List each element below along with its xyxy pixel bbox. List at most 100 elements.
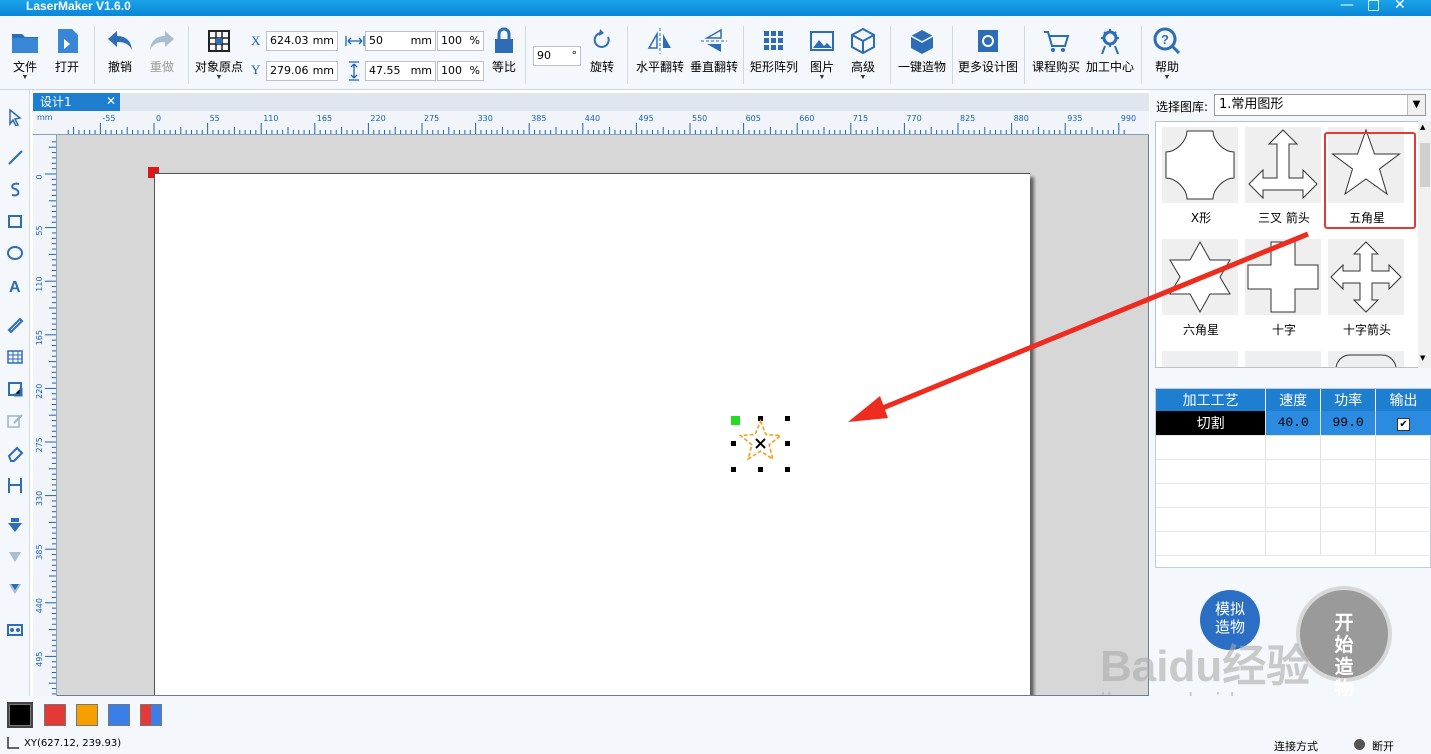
library-scrollbar[interactable]: ▲ ▼ bbox=[1418, 121, 1431, 368]
power-cell[interactable]: 99.0 bbox=[1320, 411, 1377, 436]
chevron-down-icon: ▼ bbox=[1407, 95, 1425, 115]
coordinate-axis-icon bbox=[7, 737, 19, 749]
select-tool-icon[interactable] bbox=[6, 108, 24, 126]
shape-next-3[interactable] bbox=[1326, 349, 1404, 367]
ruler-tool-icon[interactable] bbox=[6, 316, 24, 334]
close-tab-icon[interactable]: ✕ bbox=[106, 92, 116, 110]
left-toolbar: A bbox=[0, 90, 30, 696]
redo-icon bbox=[150, 31, 174, 50]
close-window-button[interactable]: ✕ bbox=[1394, 0, 1406, 13]
color-swatch-blue[interactable] bbox=[108, 704, 130, 726]
vertical-flip-button[interactable]: 垂直翻转 bbox=[688, 18, 740, 75]
height-percent-input[interactable]: 100% bbox=[437, 61, 484, 81]
grid-origin-icon bbox=[208, 30, 230, 52]
output-checkbox[interactable]: ✔ bbox=[1397, 417, 1411, 431]
rect-array-button[interactable]: 矩形阵列 bbox=[748, 18, 800, 75]
color-swatch-black[interactable] bbox=[7, 702, 33, 728]
connection-state: 断开 bbox=[1372, 740, 1394, 753]
ruler-h-ticks: -55 0 55 110 165 220 275 330 385 440 495 550 605 660 7… bbox=[67, 114, 1136, 134]
ruler-v-label: 55 bbox=[35, 225, 44, 235]
scroll-up-arrow[interactable]: ▲ bbox=[1420, 123, 1425, 131]
gear-icon bbox=[1101, 29, 1119, 55]
fill-tool-icon[interactable] bbox=[6, 516, 24, 534]
rotate-button[interactable]: 旋转 bbox=[587, 18, 617, 75]
color-swatch-orange[interactable] bbox=[76, 704, 98, 726]
connection-status-icon bbox=[1354, 739, 1365, 750]
undo-button[interactable]: 撤销 bbox=[103, 18, 137, 75]
watermark-brand: Baidu经验 bbox=[1100, 642, 1311, 691]
color-swatch-multi[interactable] bbox=[140, 704, 162, 726]
rotate-icon bbox=[593, 29, 610, 48]
table-tool-icon[interactable] bbox=[6, 348, 24, 366]
selected-star-object[interactable] bbox=[727, 411, 797, 475]
horizontal-flip-button[interactable]: 水平翻转 bbox=[634, 18, 686, 75]
curve-tool-icon[interactable] bbox=[6, 180, 24, 198]
shape-x-shape[interactable]: X形 bbox=[1160, 125, 1238, 229]
design-doc-icon bbox=[978, 30, 998, 52]
width-percent-input[interactable]: 100% bbox=[437, 31, 484, 51]
line-tool-icon[interactable] bbox=[6, 148, 24, 166]
ruler-h-label: 330 bbox=[478, 114, 493, 123]
shape-cross-arrow[interactable]: 十字箭头 bbox=[1326, 237, 1404, 341]
more-designs-button[interactable]: 更多设计图 bbox=[957, 18, 1019, 75]
tab-design1[interactable]: 设计1 ✕ bbox=[33, 93, 120, 111]
shape-three-way-arrow[interactable]: 三叉 箭头 bbox=[1243, 125, 1321, 229]
y-coord-input[interactable]: 279.06 mm bbox=[266, 61, 338, 81]
folder-icon bbox=[12, 34, 38, 53]
scroll-thumb[interactable] bbox=[1420, 143, 1430, 187]
help-button[interactable]: ? 帮助 ▼ bbox=[1150, 18, 1184, 81]
course-purchase-button[interactable]: 课程购买 bbox=[1030, 18, 1082, 75]
vertical-flip-icon bbox=[701, 28, 727, 52]
ruler-v-label: 440 bbox=[35, 598, 44, 613]
one-click-make-button[interactable]: 一键造物 bbox=[896, 18, 948, 75]
maximize-button[interactable]: □ bbox=[1367, 0, 1380, 13]
minimize-button[interactable]: — bbox=[1340, 0, 1354, 13]
file-button[interactable]: 文件 ▼ bbox=[8, 18, 42, 81]
x-coord-input[interactable]: 624.03 mm bbox=[266, 31, 338, 51]
processing-center-button[interactable]: 加工中心 bbox=[1084, 18, 1136, 75]
three-way-arrow-icon bbox=[1248, 129, 1318, 200]
edit-tool-icon[interactable] bbox=[6, 412, 24, 430]
horizontal-flip-icon bbox=[647, 28, 671, 54]
camera-tool-icon[interactable] bbox=[6, 620, 24, 638]
toolbar: 文件 ▼ 打开 撤销 重做 对象原点 ▼ X 624.03 mm Y 279.06 mm… bbox=[0, 16, 1431, 90]
cursor-coordinates: XY(627.12, 239.93) bbox=[24, 738, 122, 749]
redo-button[interactable]: 重做 bbox=[145, 18, 179, 75]
connection-label: 连接方式 bbox=[1274, 740, 1318, 753]
height-input[interactable]: 47.55 mm bbox=[365, 61, 436, 81]
box-icon bbox=[910, 30, 934, 54]
ruler-h-label: 990 bbox=[1121, 114, 1136, 123]
open-button[interactable]: 打开 bbox=[50, 18, 84, 75]
document-tab-strip: 设计1 ✕ bbox=[33, 93, 1149, 111]
library-select[interactable]: 1.常用图形 ▼ bbox=[1214, 94, 1426, 116]
undo-icon bbox=[108, 31, 132, 50]
open-file-icon bbox=[58, 29, 78, 53]
svg-text:?: ? bbox=[1161, 32, 1169, 47]
lock-ratio-button[interactable]: 等比 bbox=[489, 18, 519, 75]
help-icon: ? bbox=[1153, 27, 1181, 55]
rectangle-tool-icon[interactable] bbox=[6, 212, 24, 230]
width-input[interactable]: 50 mm bbox=[365, 31, 436, 51]
fill-down-tool-icon[interactable] bbox=[6, 548, 24, 566]
start-make-button[interactable]: 开始造物 bbox=[1296, 586, 1392, 700]
scroll-down-arrow[interactable]: ▼ bbox=[1420, 354, 1425, 362]
cube-icon bbox=[851, 27, 875, 55]
text-tool-icon[interactable]: A bbox=[6, 276, 24, 294]
picture-button[interactable]: 图片 ▼ bbox=[805, 18, 839, 81]
advanced-button[interactable]: 高级 ▼ bbox=[846, 18, 880, 81]
frame-tool-icon[interactable] bbox=[6, 380, 24, 398]
ruler-h-label: 110 bbox=[263, 114, 278, 123]
selected-shape-highlight bbox=[1324, 132, 1416, 229]
eraser-tool-icon[interactable] bbox=[6, 444, 24, 462]
ruler-v-label: 330 bbox=[35, 491, 44, 506]
rotate-handle[interactable] bbox=[731, 416, 740, 425]
ruler-h-label: 495 bbox=[638, 114, 653, 123]
ruler-v-label: 0 bbox=[35, 174, 44, 179]
color-swatch-red[interactable] bbox=[44, 704, 66, 726]
ruler-h-label: 55 bbox=[210, 114, 220, 123]
rotation-input[interactable]: 90 ° bbox=[533, 46, 581, 66]
align-tool-icon[interactable] bbox=[6, 476, 24, 494]
object-origin-button[interactable]: 对象原点 ▼ bbox=[193, 18, 245, 81]
ellipse-tool-icon[interactable] bbox=[6, 244, 24, 262]
fill-tool-icon-2[interactable] bbox=[6, 580, 24, 598]
